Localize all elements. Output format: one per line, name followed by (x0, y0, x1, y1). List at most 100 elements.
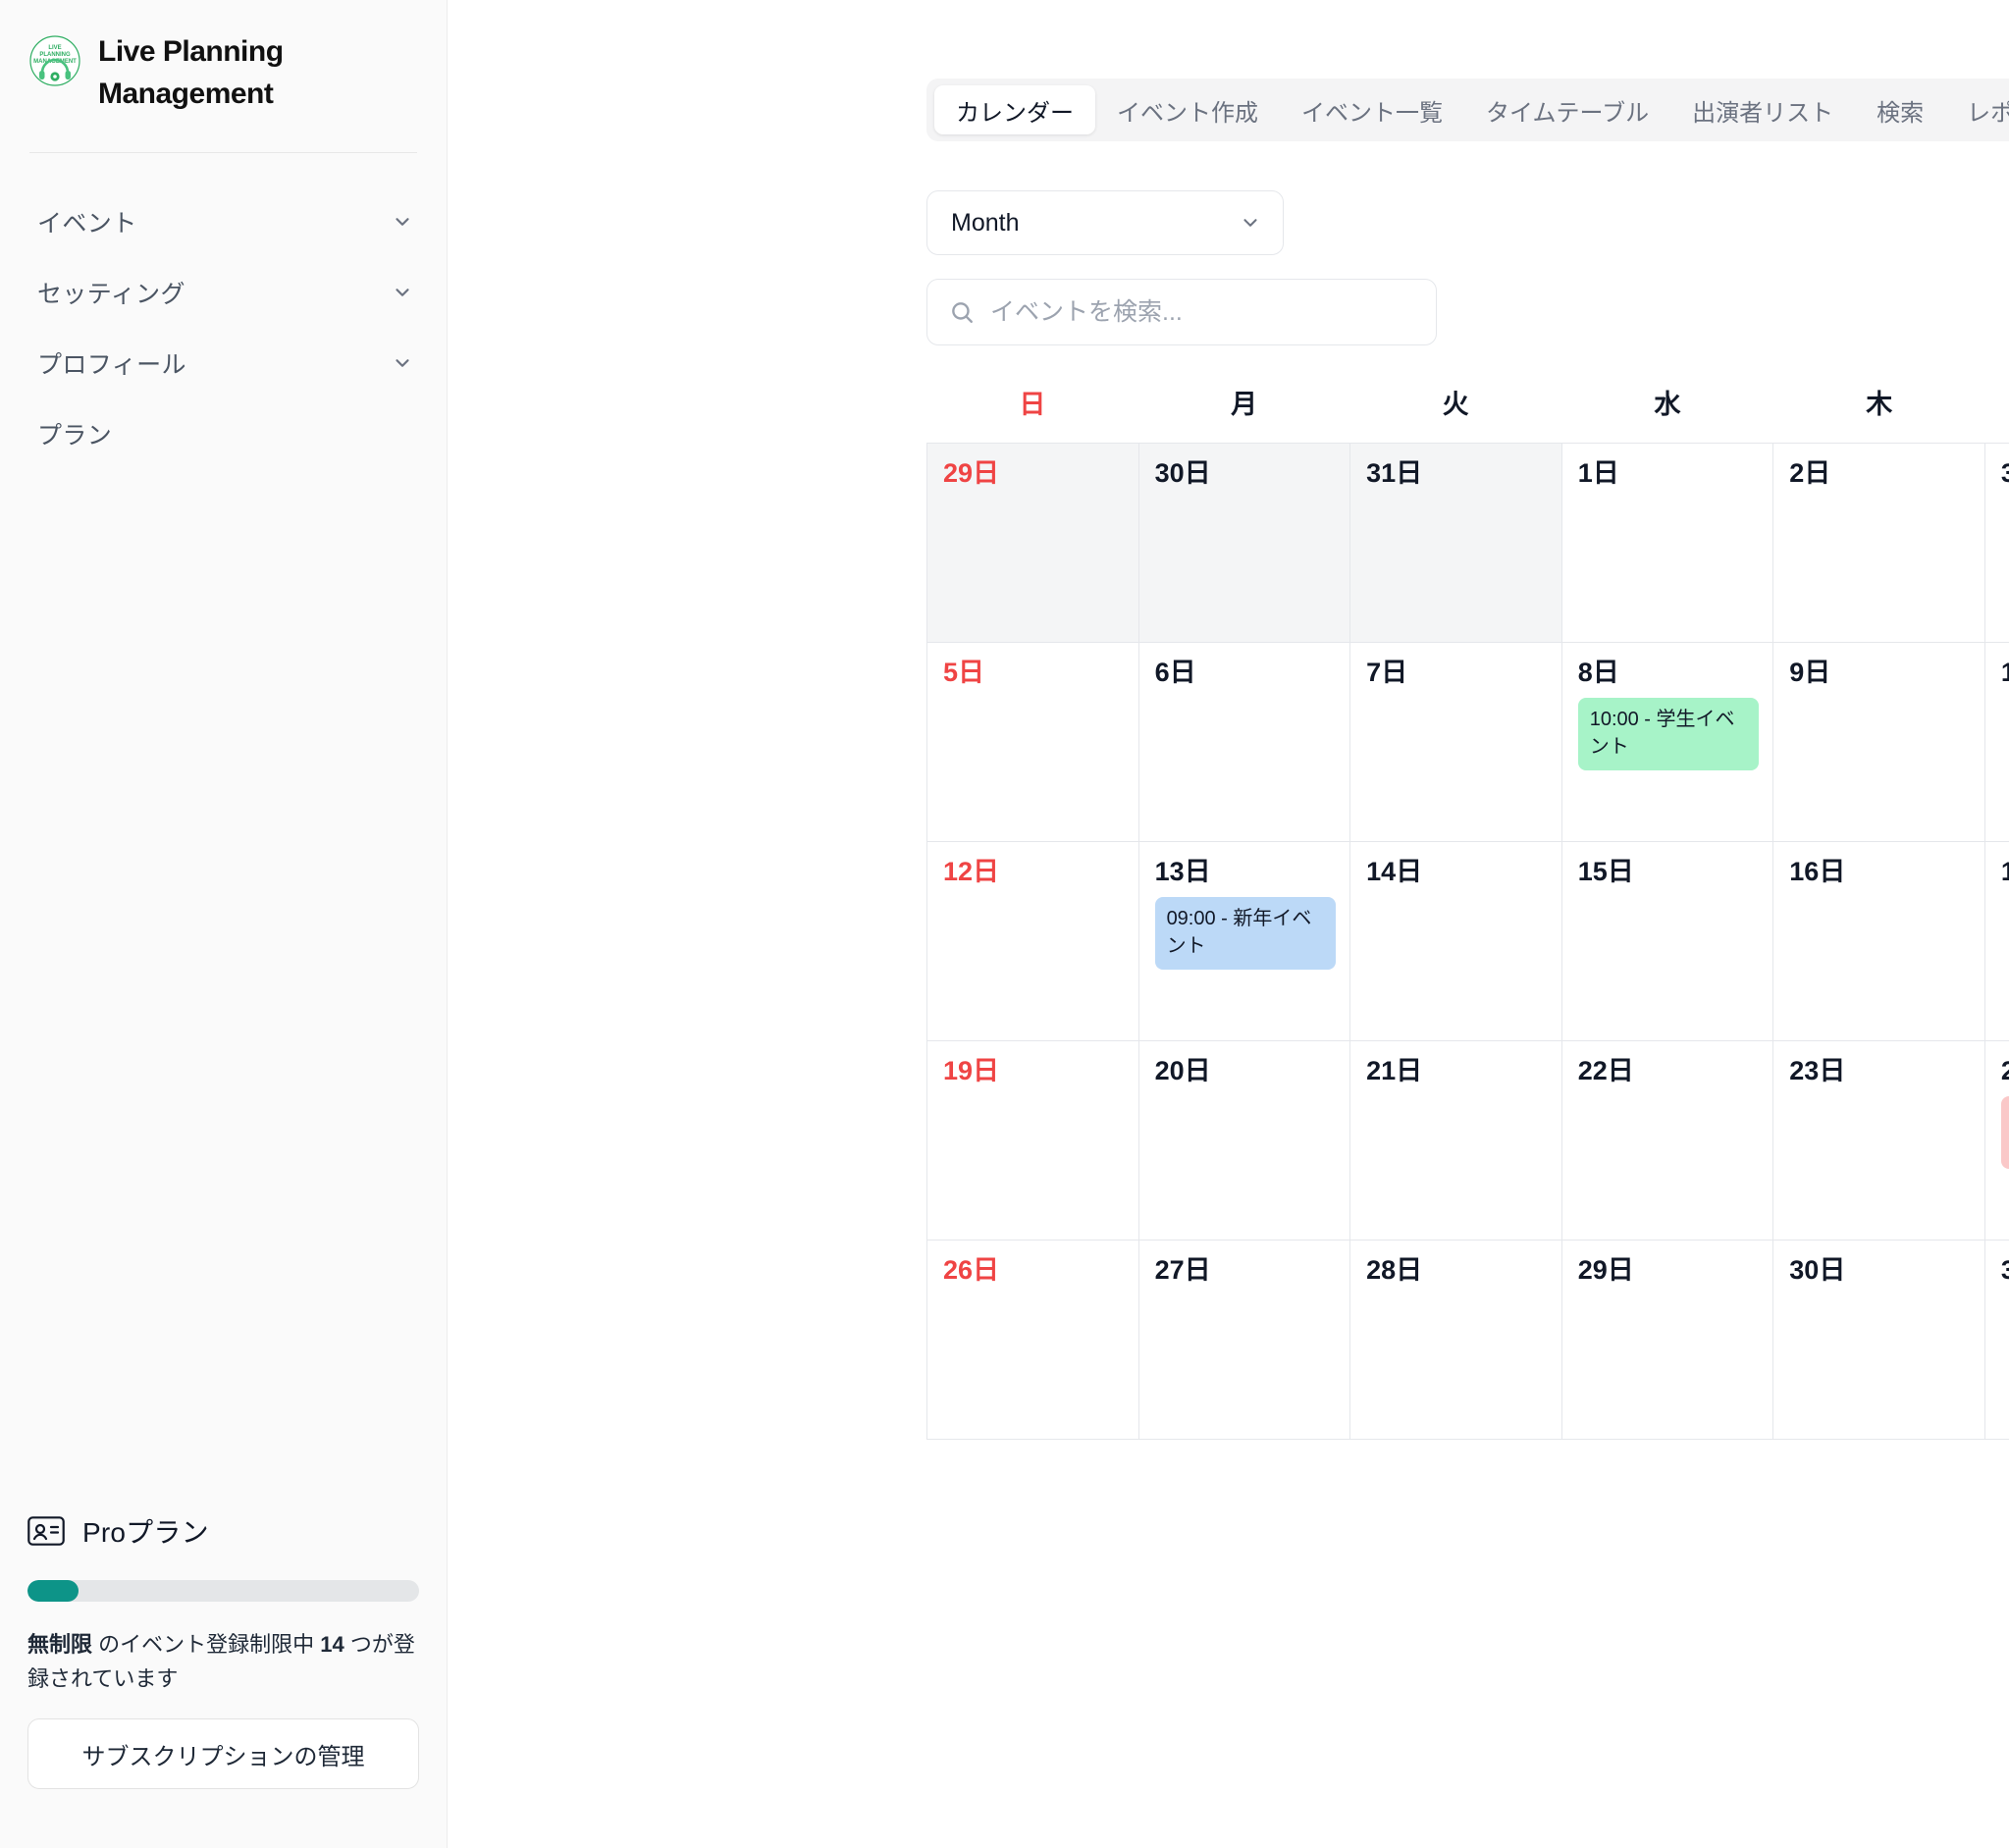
chevron-down-icon (392, 352, 413, 374)
calendar-day-number: 29日 (1577, 1255, 1634, 1285)
calendar-day-cell[interactable]: 15日 (1561, 842, 1774, 1041)
headphones-badge-logo-icon: LIVE PLANNING MANAGEMENT (29, 35, 80, 86)
calendar-day-cell[interactable]: 2日 (1773, 444, 1985, 643)
calendar-day-cell[interactable]: 5日 (927, 643, 1139, 842)
calendar-day-cell[interactable]: 6日 (1138, 643, 1351, 842)
calendar-day-cell[interactable]: 31日 (1350, 444, 1562, 643)
plan-usage-progress (27, 1579, 419, 1602)
calendar-day-number: 23日 (1789, 1056, 1846, 1085)
calendar-day-cell[interactable]: 30日 (1773, 1241, 1985, 1440)
plan-panel: Proプラン 無制限 のイベント登録制限中 14 つが登録されています サブスク… (0, 1511, 447, 1789)
calendar-weekday-header: 日月火水木金土 (926, 383, 2009, 443)
calendar-day-cell[interactable]: 1日 (1561, 444, 1774, 643)
calendar-day-cell[interactable]: 29日 (1561, 1241, 1774, 1440)
calendar-day-cell[interactable]: 12日 (927, 842, 1139, 1041)
calendar-day-cell[interactable]: 31日 (1984, 1241, 2009, 1440)
calendar-weekday-0: 日 (1019, 390, 1046, 419)
plan-header: Proプラン (27, 1511, 419, 1551)
sidebar: LIVE PLANNING MANAGEMENT Live Planning M… (0, 0, 448, 1848)
tab-create-event[interactable]: イベント作成 (1095, 85, 1280, 134)
calendar-day-cell[interactable]: 17日 (1984, 842, 2009, 1041)
sidebar-item-label: セッティング (37, 281, 185, 309)
calendar-day-cell[interactable]: 21日 (1350, 1041, 1562, 1241)
tab-search[interactable]: 検索 (1855, 85, 1945, 134)
calendar-day-number: 29日 (943, 458, 1000, 488)
calendar-day-number: 27日 (1154, 1255, 1211, 1285)
calendar-day-number: 13日 (1154, 857, 1211, 886)
brand: LIVE PLANNING MANAGEMENT Live Planning M… (0, 0, 447, 115)
chevron-down-icon (392, 211, 413, 233)
calendar-day-number: 3日 (2001, 457, 2009, 489)
calendar-day-cell[interactable]: 10日 (1984, 643, 2009, 842)
brand-title: Live Planning Management (98, 35, 284, 110)
plan-usage-text: 無制限 のイベント登録制限中 14 つが登録されています (27, 1627, 419, 1697)
calendar-day-cell[interactable]: 23日 (1773, 1041, 1985, 1241)
sidebar-item-plan[interactable]: プラン (0, 398, 447, 469)
calendar-day-number: 30日 (1154, 458, 1211, 488)
sidebar-item-label: プラン (37, 422, 113, 450)
calendar-day-number: 22日 (1577, 1056, 1634, 1085)
search-box[interactable] (926, 279, 1437, 345)
calendar-grid: 29日30日31日1日2日3日4日5日6日7日8日10:00 - 学生イベント9… (926, 443, 2009, 1440)
calendar-controls: Month 2025年1月 (926, 190, 2009, 345)
main-content: イベント企画 カレンダー イベント作成 イベント一覧 タイムテーブル 出演者リス… (448, 0, 2009, 1848)
calendar-weekday-3: 水 (1654, 390, 1681, 419)
view-mode-select[interactable]: Month (926, 190, 1284, 255)
calendar-day-number: 5日 (943, 658, 985, 687)
calendar-day-cell[interactable]: 27日 (1138, 1241, 1351, 1440)
calendar-day-number: 10日 (2001, 657, 2009, 688)
calendar-day-cell[interactable]: 30日 (1138, 444, 1351, 643)
calendar-day-number: 2日 (1789, 458, 1831, 488)
calendar-day-cell[interactable]: 28日 (1350, 1241, 1562, 1440)
tab-report[interactable]: レポート (1945, 85, 2009, 134)
calendar-day-cell[interactable]: 14日 (1350, 842, 1562, 1041)
search-input[interactable] (990, 297, 1414, 327)
plan-name: Proプラン (82, 1516, 209, 1548)
calendar-day-cell[interactable]: 19日 (927, 1041, 1139, 1241)
calendar-day-number: 15日 (1577, 857, 1634, 886)
tab-event-list[interactable]: イベント一覧 (1280, 85, 1464, 134)
tab-performer-list[interactable]: 出演者リスト (1670, 85, 1855, 134)
calendar-event[interactable]: 09:00 - 新年イベント (1154, 897, 1337, 970)
tab-calendar[interactable]: カレンダー (934, 85, 1095, 134)
calendar-day-cell[interactable]: 13日 09:00 - 新年イベント (1138, 842, 1351, 1041)
calendar-day-number: 21日 (1366, 1056, 1423, 1085)
calendar-day-number: 17日 (2001, 856, 2009, 887)
calendar-day-cell[interactable]: 9日 (1773, 643, 1985, 842)
calendar-event[interactable]: 10:00 - 学生イベント (1577, 698, 1760, 770)
calendar-event[interactable]: 13:00 - アイドルイベント (2000, 1096, 2009, 1169)
calendar-day-cell[interactable]: 20日 (1138, 1041, 1351, 1241)
calendar-day-number: 14日 (1366, 857, 1423, 886)
calendar-day-cell[interactable]: 16日 (1773, 842, 1985, 1041)
manage-subscription-button[interactable]: サブスクリプションの管理 (27, 1718, 419, 1789)
calendar-weekday-1: 月 (1231, 390, 1258, 419)
topbar: イベント企画 (448, 0, 2009, 79)
plan-usage-limit: 無制限 (27, 1631, 93, 1657)
svg-text:PLANNING: PLANNING (39, 52, 71, 58)
calendar-weekday-4: 木 (1866, 390, 1893, 419)
calendar-day-number: 20日 (1154, 1056, 1211, 1085)
plan-usage-mid: のイベント登録制限中 (92, 1631, 321, 1657)
app-root: LIVE PLANNING MANAGEMENT Live Planning M… (0, 0, 2009, 1848)
sidebar-item-label: プロフィール (37, 351, 186, 380)
tab-timetable[interactable]: タイムテーブル (1464, 85, 1670, 134)
search-icon (949, 299, 975, 325)
calendar-day-cell[interactable]: 8日 10:00 - 学生イベント (1561, 643, 1774, 842)
calendar-day-number: 30日 (1789, 1255, 1846, 1285)
calendar-day-number: 8日 (1577, 658, 1619, 687)
calendar-day-cell[interactable]: 29日 (927, 444, 1139, 643)
calendar-day-number: 7日 (1366, 658, 1408, 687)
sidebar-item-events[interactable]: イベント (0, 186, 447, 257)
view-mode-value: Month (951, 208, 1020, 237)
sidebar-item-settings[interactable]: セッティング (0, 257, 447, 328)
calendar-day-cell[interactable]: 26日 (927, 1241, 1139, 1440)
calendar-day-cell[interactable]: 7日 (1350, 643, 1562, 842)
calendar-day-cell[interactable]: 24日 13:00 - アイドルイベント (1984, 1041, 2009, 1241)
calendar-day-cell[interactable]: 3日 (1984, 444, 2009, 643)
calendar-day-number: 24日 (2001, 1055, 2009, 1086)
calendar-day-number: 16日 (1789, 857, 1846, 886)
sidebar-item-label: イベント (37, 210, 137, 238)
calendar-day-cell[interactable]: 22日 (1561, 1041, 1774, 1241)
calendar-weekday-2: 火 (1442, 390, 1469, 419)
sidebar-item-profile[interactable]: プロフィール (0, 328, 447, 398)
